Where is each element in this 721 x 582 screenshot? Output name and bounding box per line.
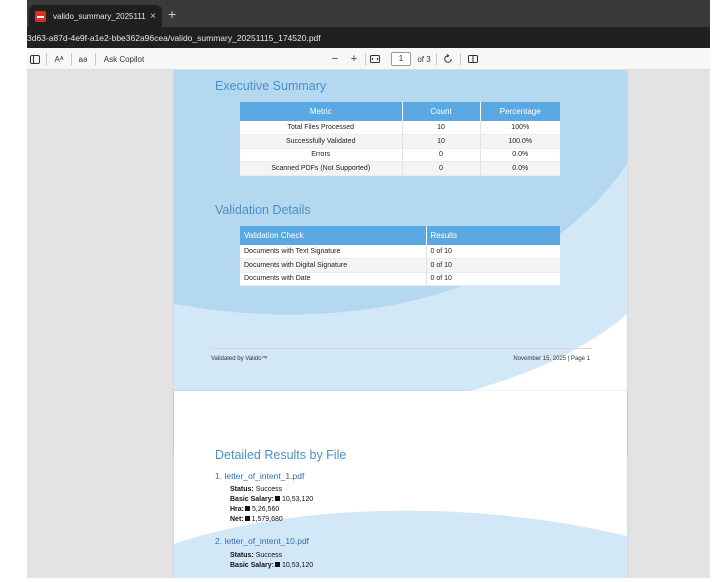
new-tab-button[interactable]: + bbox=[168, 6, 176, 22]
toolbar-divider bbox=[436, 53, 437, 65]
footer-divider bbox=[210, 348, 592, 349]
table-cell: 100% bbox=[480, 121, 560, 135]
ask-copilot-button[interactable]: Ask Copilot bbox=[103, 52, 145, 66]
salary-label: Basic Salary: bbox=[230, 496, 274, 503]
file-basic-salary: Basic Salary: 10,53,120 bbox=[230, 496, 313, 503]
currency-glyph-icon bbox=[244, 516, 250, 521]
pdf-favicon-icon bbox=[35, 10, 46, 22]
status-value: Success bbox=[255, 486, 283, 493]
table-cell: Scanned PDFs (Not Supported) bbox=[240, 161, 403, 176]
file-basic-salary: Basic Salary: 10,53,120 bbox=[230, 562, 313, 569]
currency-glyph-icon bbox=[245, 506, 251, 511]
toolbar-divider bbox=[71, 53, 72, 65]
status-label: Status: bbox=[230, 486, 254, 493]
status-label: Status: bbox=[230, 552, 254, 559]
tab-active[interactable]: valido_summary_20251115_17452 × bbox=[29, 5, 162, 27]
executive-summary-table: Metric Count Percentage Total Files Proc… bbox=[240, 102, 560, 176]
table-header: Metric bbox=[240, 102, 403, 121]
table-cell: Errors bbox=[240, 148, 403, 162]
page-number-input[interactable]: 1 bbox=[391, 52, 411, 66]
table-cell: Total Files Processed bbox=[240, 121, 403, 135]
table-cell: Successfully Validated bbox=[240, 134, 403, 149]
salary-label: Basic Salary: bbox=[230, 562, 274, 569]
two-page-view-icon[interactable] bbox=[467, 52, 479, 66]
page-wave-background bbox=[174, 510, 627, 578]
table-row: Documents with Text Signature 0 of 10 bbox=[240, 245, 560, 259]
net-label: Net: bbox=[230, 516, 244, 523]
zoom-out-button[interactable]: − bbox=[329, 52, 341, 66]
sidebar-icon[interactable] bbox=[29, 52, 41, 66]
salary-value: 10,53,120 bbox=[281, 496, 314, 503]
table-cell: Documents with Date bbox=[240, 272, 427, 286]
footer-left-text: Validated by Valido™ bbox=[211, 356, 268, 362]
salary-value: 10,53,120 bbox=[281, 562, 314, 569]
pdf-toolbar: Aᴬ aə Ask Copilot − + 1 of 3 bbox=[27, 48, 710, 70]
toolbar-divider bbox=[95, 53, 96, 65]
toolbar-divider bbox=[460, 53, 461, 65]
executive-summary-title: Executive Summary bbox=[215, 79, 327, 93]
tab-close-icon[interactable]: × bbox=[150, 11, 156, 22]
table-row: Documents with Digital Signature 0 of 10 bbox=[240, 258, 560, 273]
table-cell: 10 bbox=[402, 134, 481, 149]
table-row: Successfully Validated 10 100.0% bbox=[240, 134, 560, 149]
detailed-results-title: Detailed Results by File bbox=[215, 448, 347, 462]
toolbar-divider bbox=[46, 53, 47, 65]
hra-value: 5,26,560 bbox=[252, 506, 280, 513]
fit-page-icon[interactable] bbox=[369, 52, 381, 66]
table-header: Percentage bbox=[480, 102, 560, 121]
translate-icon[interactable]: aə bbox=[76, 52, 90, 66]
table-cell: 0 of 10 bbox=[426, 258, 560, 273]
table-cell: 0 bbox=[402, 161, 481, 176]
pdf-page-2: Detailed Results by File 1. letter_of_in… bbox=[174, 391, 627, 578]
table-row: Scanned PDFs (Not Supported) 0 0.0% bbox=[240, 161, 560, 176]
file-heading: 2. letter_of_intent_10.pdf bbox=[215, 536, 310, 546]
file-status: Status: Success bbox=[230, 486, 282, 493]
address-bar[interactable]: 3d63-a87d-4e9f-a1e2-bbe362a96cea/valido_… bbox=[27, 27, 710, 48]
zoom-in-button[interactable]: + bbox=[348, 52, 360, 66]
address-url[interactable]: 3d63-a87d-4e9f-a1e2-bbe362a96cea/valido_… bbox=[27, 33, 321, 43]
currency-glyph-icon bbox=[274, 496, 280, 501]
hra-label: Hra: bbox=[230, 506, 245, 513]
file-net: Net: 1,579,680 bbox=[230, 516, 283, 523]
table-cell: Documents with Text Signature bbox=[240, 245, 427, 259]
table-cell: 0 of 10 bbox=[426, 245, 560, 259]
table-cell: 10 bbox=[402, 121, 481, 135]
table-header: Validation Check bbox=[240, 226, 427, 245]
browser-window: valido_summary_20251115_17452 × + 3d63-a… bbox=[27, 0, 710, 578]
table-cell: 0.0% bbox=[480, 161, 560, 176]
validation-details-title: Validation Details bbox=[215, 203, 311, 217]
file-heading: 1. letter_of_intent_1.pdf bbox=[215, 471, 305, 481]
tab-strip: valido_summary_20251115_17452 × + bbox=[27, 0, 710, 27]
page-total: of 3 bbox=[417, 54, 431, 64]
file-hra: Hra: 5,26,560 bbox=[230, 506, 279, 513]
footer-right-text: November 15, 2025 | Page 1 bbox=[513, 356, 590, 362]
table-cell: 0 bbox=[402, 148, 481, 162]
table-cell: 0.0% bbox=[480, 148, 560, 162]
currency-glyph-icon bbox=[274, 562, 280, 567]
validation-details-table: Validation Check Results Documents with … bbox=[240, 226, 560, 286]
table-row: Total Files Processed 10 100% bbox=[240, 121, 560, 135]
table-row: Documents with Date 0 of 10 bbox=[240, 272, 560, 286]
pdf-viewport[interactable]: Executive Summary Metric Count Percentag… bbox=[27, 70, 710, 578]
status-value: Success bbox=[255, 552, 283, 559]
table-row: Errors 0 0.0% bbox=[240, 148, 560, 162]
tab-title: valido_summary_20251115_17452 bbox=[53, 11, 146, 21]
table-cell: Documents with Digital Signature bbox=[240, 258, 427, 273]
table-header: Count bbox=[402, 102, 481, 121]
table-cell: 100.0% bbox=[480, 134, 560, 149]
net-value: 1,579,680 bbox=[251, 516, 283, 523]
table-header: Results bbox=[426, 226, 560, 245]
toolbar-divider bbox=[365, 53, 366, 65]
read-aloud-icon[interactable]: Aᴬ bbox=[52, 52, 66, 66]
file-status: Status: Success bbox=[230, 552, 282, 559]
table-cell: 0 of 10 bbox=[426, 272, 560, 286]
rotate-icon[interactable] bbox=[442, 52, 454, 66]
